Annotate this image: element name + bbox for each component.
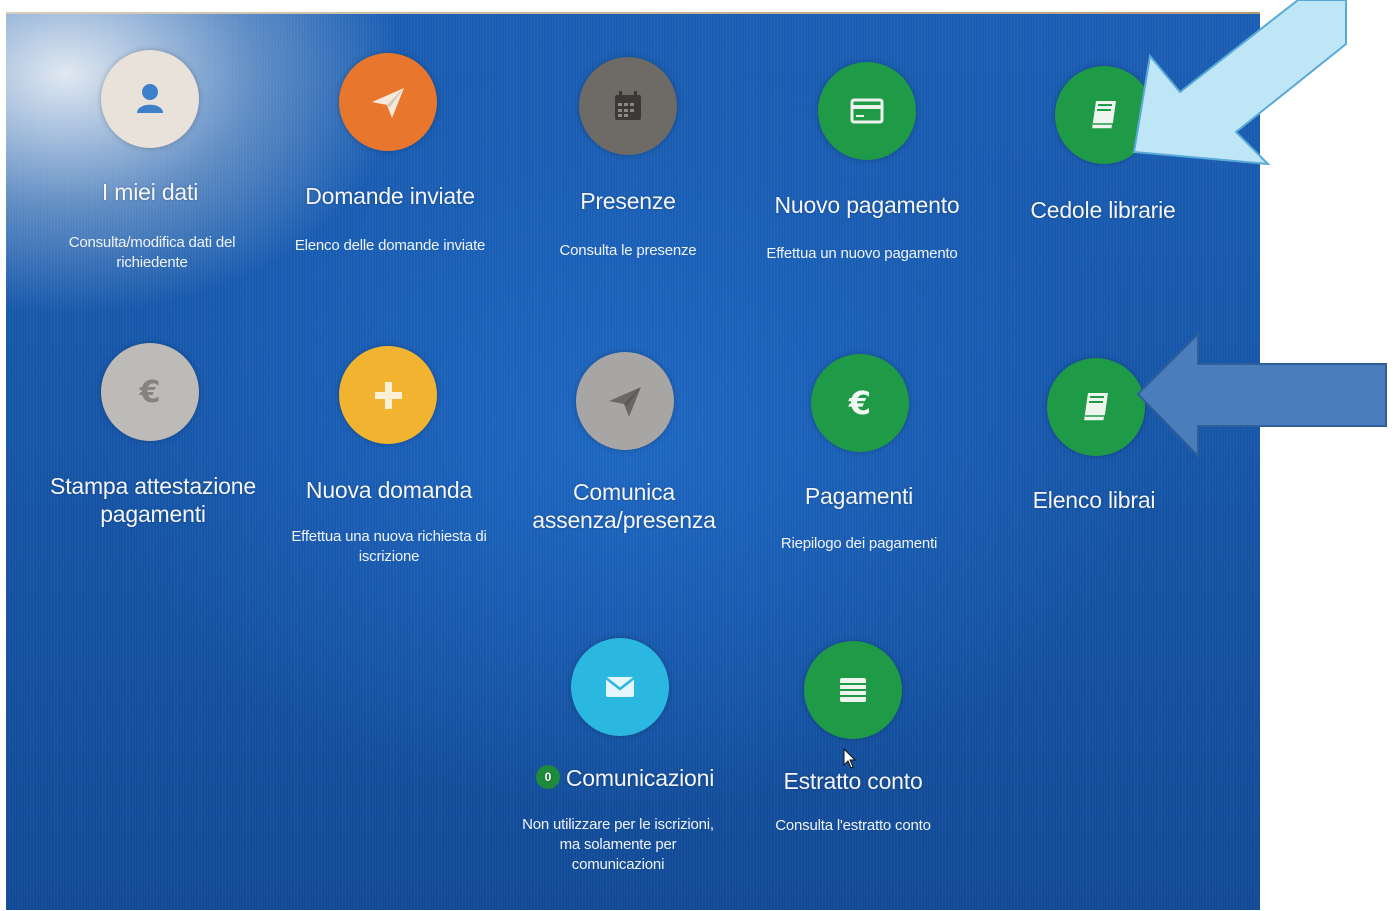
tile-title: Comunica assenza/presenza — [532, 479, 716, 533]
tile-title: Presenze — [580, 188, 676, 214]
svg-text:€: € — [139, 375, 161, 410]
book-icon — [1047, 358, 1145, 456]
svg-text:€: € — [848, 384, 871, 422]
euro-icon: € — [101, 343, 199, 441]
plus-icon — [339, 346, 437, 444]
tile-title: 0 Comunicazioni — [500, 764, 750, 792]
tile-description: Consulta le presenze — [559, 242, 697, 259]
tile-description: Elenco delle domande inviate — [294, 237, 486, 254]
calendar-icon — [579, 57, 677, 155]
tile-title: Stampa attestazione pagamenti — [50, 473, 256, 527]
tile-description: Consulta l'estratto conto — [775, 817, 931, 834]
envelope-icon — [571, 638, 669, 736]
tile-title: Domande inviate — [305, 183, 475, 209]
tile-description: Effettua un nuovo pagamento — [766, 245, 958, 262]
paper-plane-icon — [576, 352, 674, 450]
mouse-cursor-icon — [843, 748, 857, 769]
tile-title-text: Comunicazioni — [565, 765, 715, 791]
credit-card-icon — [818, 62, 916, 160]
unread-count-badge: 0 — [535, 764, 560, 789]
tile-title: Cedole librarie — [1030, 197, 1176, 223]
annotation-arrow-dark-icon — [1136, 331, 1387, 459]
paper-plane-icon — [339, 53, 437, 151]
euro-icon: € — [811, 354, 909, 452]
tile-description: Consulta/modifica dati del richiedente — [68, 234, 236, 271]
tile-title: I miei dati — [101, 179, 199, 205]
tile-description: Non utilizzare per le iscrizioni, ma sol… — [522, 816, 714, 873]
tile-title: Nuovo pagamento — [774, 192, 960, 218]
tile-title: Estratto conto — [783, 768, 923, 794]
tile-title: Elenco librai — [1032, 487, 1156, 513]
tile-description: Effettua una nuova richiesta di iscrizio… — [291, 528, 487, 565]
user-icon — [101, 50, 199, 148]
tile-title: Pagamenti — [804, 483, 914, 509]
annotation-arrow-light-icon — [1132, 0, 1347, 166]
tile-description: Riepilogo dei pagamenti — [780, 535, 938, 552]
tile-title: Nuova domanda — [305, 477, 473, 503]
list-icon — [804, 641, 902, 739]
